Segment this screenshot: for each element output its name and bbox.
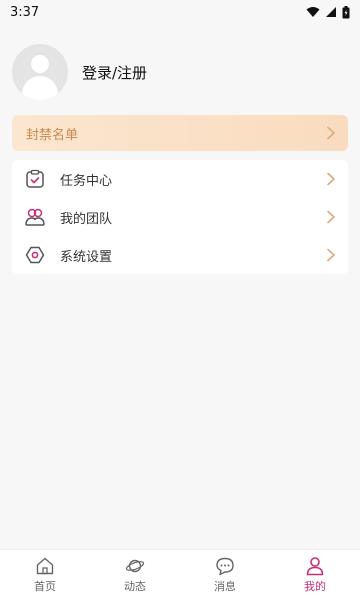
nav-feed[interactable]: 动态 — [90, 556, 180, 594]
menu-item-task-center[interactable]: 任务中心 — [12, 160, 348, 198]
chevron-right-icon — [327, 126, 335, 140]
chevron-right-icon — [327, 210, 335, 224]
wifi-icon — [306, 7, 320, 17]
menu-card: 任务中心 我的团队 系统设置 — [12, 160, 348, 274]
bottom-nav: 首页 动态 消息 我的 — [0, 549, 360, 600]
planet-icon — [125, 559, 145, 573]
nav-mine[interactable]: 我的 — [270, 556, 360, 594]
nav-home[interactable]: 首页 — [0, 556, 90, 594]
task-clipboard-icon — [24, 168, 46, 190]
user-icon — [306, 557, 324, 576]
nav-label: 消息 — [214, 580, 236, 593]
menu-item-my-team[interactable]: 我的团队 — [12, 198, 348, 236]
blacklist-label: 封禁名单 — [26, 127, 79, 143]
login-register-link[interactable]: 登录/注册 — [82, 62, 147, 83]
chevron-right-icon — [327, 172, 335, 186]
nav-label: 动态 — [124, 580, 146, 593]
profile-header[interactable]: 登录/注册 — [12, 44, 348, 100]
nav-label: 首页 — [34, 580, 56, 593]
menu-item-label: 任务中心 — [60, 173, 113, 189]
nav-label: 我的 — [304, 580, 326, 593]
chevron-right-icon — [327, 248, 335, 262]
status-time: 3:37 — [10, 4, 40, 20]
home-icon — [36, 557, 54, 575]
menu-item-label: 系统设置 — [60, 249, 113, 265]
menu-item-label: 我的团队 — [60, 211, 113, 227]
nav-messages[interactable]: 消息 — [180, 556, 270, 594]
status-icons — [306, 5, 350, 19]
team-people-icon — [24, 206, 46, 228]
status-bar: 3:37 — [0, 0, 360, 24]
signal-icon — [326, 7, 336, 17]
battery-icon — [342, 5, 350, 18]
chat-icon — [216, 557, 234, 576]
settings-hex-icon — [24, 244, 46, 266]
menu-item-system-settings[interactable]: 系统设置 — [12, 236, 348, 274]
avatar[interactable] — [12, 44, 68, 100]
blacklist-button[interactable]: 封禁名单 — [12, 115, 348, 151]
